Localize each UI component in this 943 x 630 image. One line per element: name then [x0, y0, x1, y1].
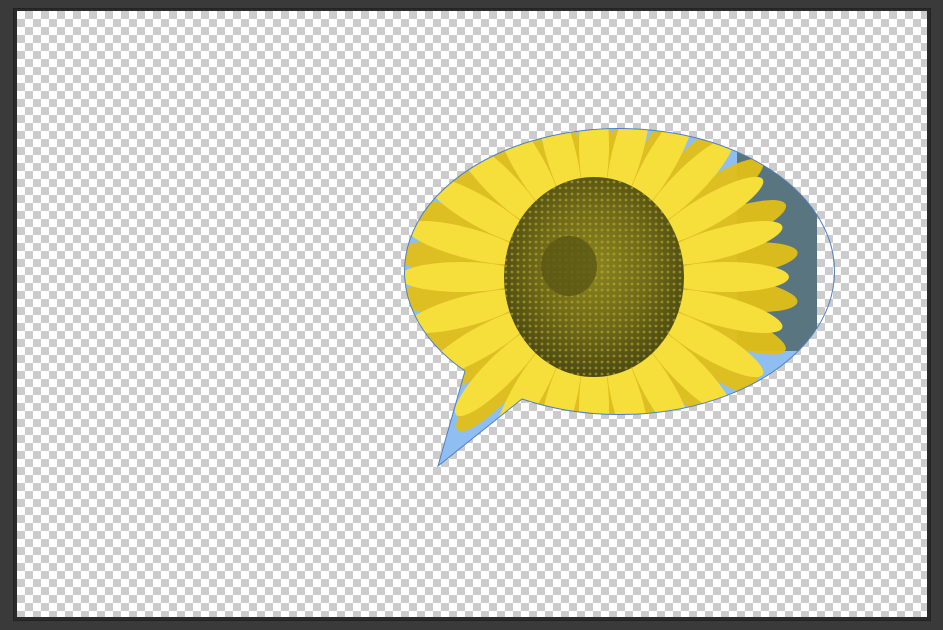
editor-workspace — [0, 0, 943, 630]
speech-bubble-layer[interactable] — [17, 11, 927, 617]
disk-center — [541, 236, 597, 296]
sunflower-photo — [404, 128, 817, 466]
document-canvas[interactable] — [17, 11, 927, 617]
